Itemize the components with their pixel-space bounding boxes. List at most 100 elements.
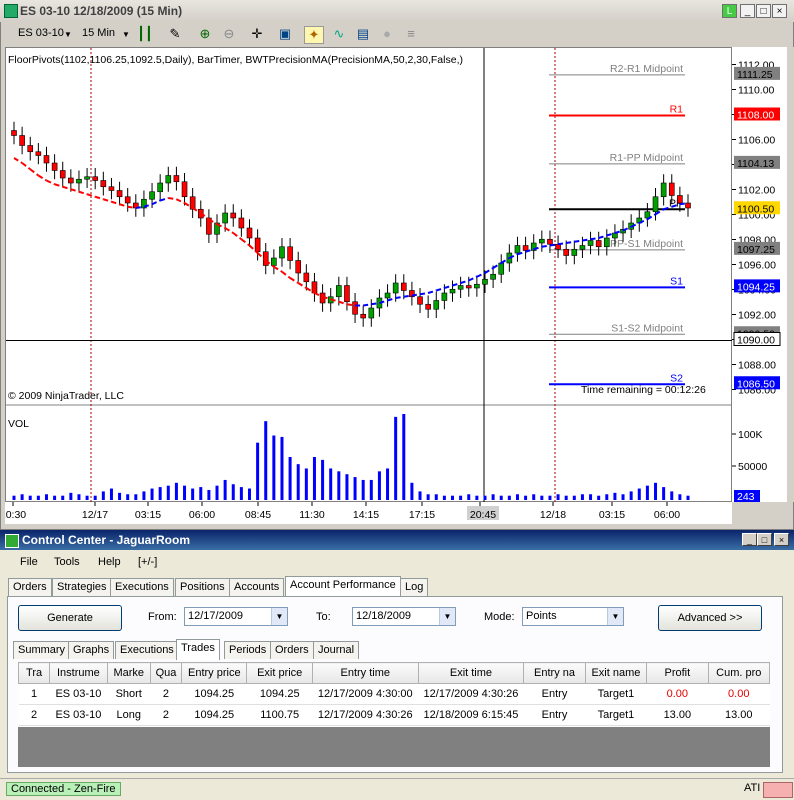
- chevron-down-icon[interactable]: ▼: [607, 608, 623, 625]
- volume-bar: [386, 468, 390, 500]
- subtab-graphs[interactable]: Graphs: [68, 641, 115, 659]
- volume-bar: [288, 457, 292, 500]
- mode-label: Mode:: [484, 611, 515, 623]
- lines-icon[interactable]: ≡: [402, 26, 420, 42]
- table-cell: 1: [18, 683, 50, 705]
- subtab-orders[interactable]: Orders: [270, 641, 314, 659]
- column-header[interactable]: Tra: [17, 662, 51, 684]
- pivot-price-badge-label: 1108.00: [737, 110, 774, 122]
- control-center-title-bar[interactable]: Control Center - JaguarRoom: [0, 530, 794, 550]
- column-header[interactable]: Exit price: [246, 662, 313, 684]
- time-axis[interactable]: 20:30 12/17 03:15 06:00 08:45 11:30 14:15 17:15…: [5, 502, 732, 524]
- candle-body: [579, 245, 586, 250]
- trades-table[interactable]: Tra Instrume Marke Qua Entry price Exit …: [17, 662, 771, 726]
- instrument-selector[interactable]: ES 03-10: [18, 27, 64, 39]
- subtab-executions[interactable]: Executions: [115, 641, 179, 659]
- tab-executions[interactable]: Executions: [110, 578, 174, 596]
- from-date-picker[interactable]: 12/17/2009 ▼: [184, 607, 288, 626]
- column-header[interactable]: Marke: [106, 662, 151, 684]
- properties-icon[interactable]: ▣: [276, 26, 294, 42]
- candle-body: [457, 285, 464, 290]
- time-tick-label: 20:30: [5, 509, 26, 521]
- candle-body: [677, 195, 683, 204]
- column-header[interactable]: Exit time: [417, 662, 525, 684]
- candlestick-icon[interactable]: ┃┃: [136, 26, 154, 42]
- control-center-title: Control Center - JaguarRoom: [22, 533, 191, 547]
- table-cell: Long: [107, 704, 151, 726]
- moving-average-segment: [338, 300, 348, 306]
- volume-bar: [247, 488, 251, 500]
- price-axis[interactable]: 1112.001110.001108.001106.001104.001102.…: [732, 47, 787, 502]
- candle-body: [336, 285, 342, 298]
- column-header[interactable]: Profit: [646, 662, 709, 684]
- menu-expand[interactable]: [+/-]: [138, 556, 157, 568]
- subtab-periods[interactable]: Periods: [224, 641, 272, 659]
- circle-icon[interactable]: ●: [378, 26, 396, 42]
- candle-body: [392, 282, 399, 294]
- tab-strategies[interactable]: Strategies: [52, 578, 112, 596]
- column-header[interactable]: Exit name: [584, 662, 648, 684]
- link-button[interactable]: L: [722, 4, 737, 18]
- tab-positions[interactable]: Positions: [175, 578, 230, 596]
- table-row[interactable]: 1 ES 03-10 Short 2 1094.25 1094.25 12/17…: [18, 683, 770, 705]
- zoom-in-icon[interactable]: ⊕: [196, 26, 214, 42]
- column-header[interactable]: Entry price: [181, 662, 248, 684]
- volume-bar: [369, 479, 373, 500]
- candle-body: [303, 272, 310, 283]
- cc-close-button[interactable]: ×: [774, 533, 789, 546]
- mode-select[interactable]: Points ▼: [522, 607, 624, 626]
- candle-body: [522, 245, 529, 251]
- strategy-icon[interactable]: ✦: [304, 26, 324, 44]
- tab-orders[interactable]: Orders: [8, 578, 52, 596]
- generate-button[interactable]: Generate: [18, 605, 122, 631]
- connection-status: Connected - Zen-Fire: [6, 782, 121, 796]
- minimize-button[interactable]: _: [740, 4, 755, 18]
- cc-minimize-button[interactable]: _: [742, 533, 757, 546]
- moving-average-segment: [574, 239, 583, 243]
- chevron-down-icon[interactable]: ▼: [439, 608, 455, 625]
- menu-tools[interactable]: Tools: [54, 556, 80, 568]
- column-header[interactable]: Entry na: [523, 662, 586, 684]
- menu-help[interactable]: Help: [98, 556, 121, 568]
- ati-indicator: [763, 782, 793, 798]
- moving-average-segment: [590, 237, 599, 241]
- crosshair-icon[interactable]: ✛: [248, 26, 266, 42]
- subtab-trades[interactable]: Trades: [176, 639, 220, 660]
- tab-log[interactable]: Log: [400, 578, 429, 596]
- column-header[interactable]: Instrume: [49, 662, 108, 684]
- chevron-down-icon[interactable]: ▼: [271, 608, 287, 625]
- volume-bar: [507, 495, 511, 500]
- data-box-icon[interactable]: ▤: [354, 26, 372, 42]
- chevron-down-icon[interactable]: ▼: [122, 30, 130, 39]
- maximize-button[interactable]: □: [756, 4, 771, 18]
- column-header[interactable]: Cum. pro: [707, 662, 771, 684]
- tab-accounts[interactable]: Accounts: [229, 578, 285, 596]
- to-date-picker[interactable]: 12/18/2009 ▼: [352, 607, 456, 626]
- chart-title-bar[interactable]: ES 03-10 12/18/2009 (15 Min) L _ □ ×: [0, 0, 794, 22]
- close-button[interactable]: ×: [772, 4, 787, 18]
- menu-file[interactable]: File: [20, 556, 38, 568]
- interval-selector[interactable]: 15 Min: [82, 27, 115, 39]
- subtab-journal[interactable]: Journal: [313, 641, 360, 659]
- table-row[interactable]: 2 ES 03-10 Long 2 1094.25 1100.75 12/17/…: [18, 704, 770, 726]
- column-header[interactable]: Qua: [149, 662, 183, 684]
- candle-body: [360, 313, 366, 319]
- volume-bar: [93, 495, 97, 500]
- volume-bar: [12, 495, 16, 500]
- volume-bar: [36, 495, 40, 500]
- chart-vertical-scrollbar[interactable]: [787, 47, 794, 502]
- subtab-summary[interactable]: Summary: [13, 641, 71, 659]
- zoom-out-icon[interactable]: ⊖: [220, 26, 238, 42]
- cc-maximize-button[interactable]: □: [757, 533, 772, 546]
- pencil-icon[interactable]: ✎: [166, 26, 184, 42]
- chart-plot-area[interactable]: R2-R1 Midpoint R1 R1-PP Midpoint PP PP-S1 Mi…: [5, 47, 733, 503]
- advanced-button[interactable]: Advanced >>: [658, 605, 762, 631]
- volume-bar: [20, 494, 24, 500]
- column-header[interactable]: Entry time: [311, 662, 419, 684]
- indicator-icon[interactable]: ∿: [330, 26, 348, 42]
- chevron-down-icon[interactable]: ▼: [64, 30, 72, 39]
- volume-bar: [467, 494, 471, 500]
- table-cell: Entry: [523, 683, 586, 705]
- tab-account-performance[interactable]: Account Performance: [285, 576, 401, 597]
- pivot-price-badge-label: 1111.25: [737, 69, 773, 81]
